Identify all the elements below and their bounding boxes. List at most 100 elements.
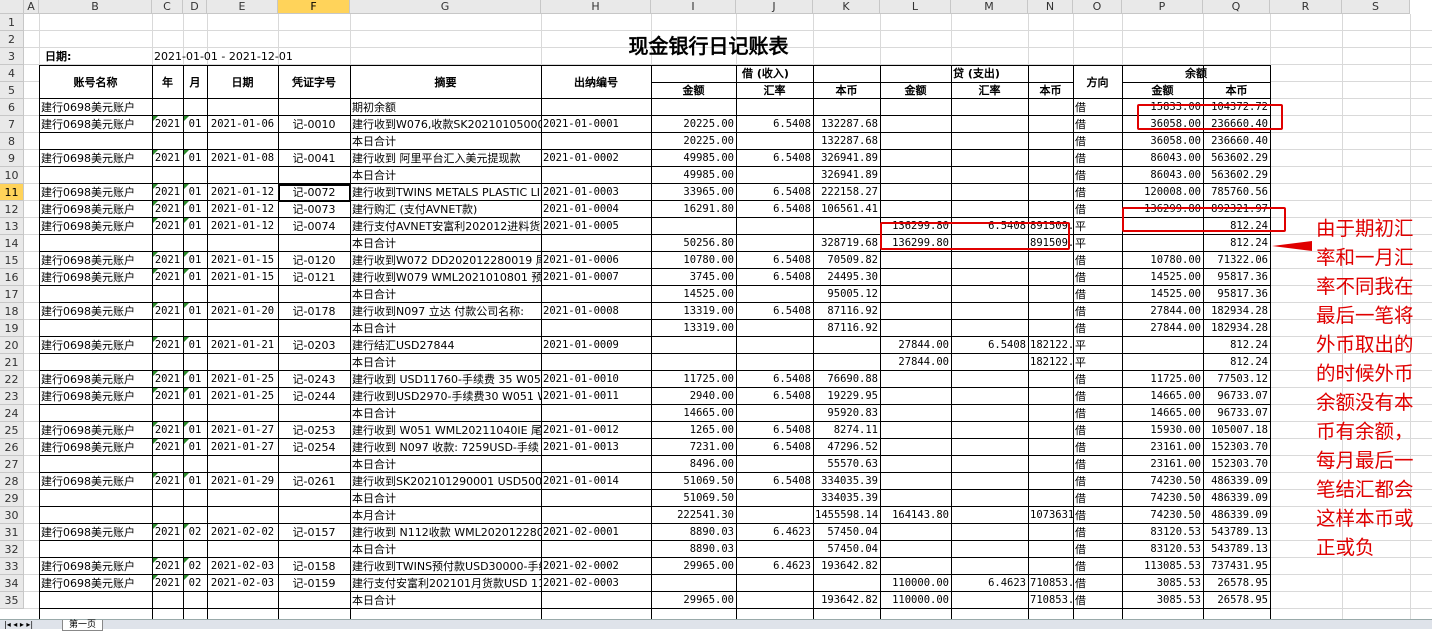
row-header-2[interactable]: 2 [0, 31, 24, 48]
cell-account[interactable]: 建行0698美元账户 [39, 422, 152, 439]
row-header-14[interactable]: 14 [0, 235, 24, 252]
row-header-21[interactable]: 21 [0, 354, 24, 371]
cell-cashier: 2021-01-0003 [543, 186, 619, 198]
cell-direction: 借 [1075, 288, 1086, 301]
row-header-10[interactable]: 10 [0, 167, 24, 184]
row-header-34[interactable]: 34 [0, 575, 24, 592]
row-header-1[interactable]: 1 [0, 14, 24, 31]
cell-date: 2021-01-25 [210, 373, 275, 385]
cell-debit-amount: 8890.03 [689, 543, 734, 555]
highlight-box-row12-balance [1122, 207, 1286, 232]
row-header-5[interactable]: 5 [0, 82, 24, 99]
column-header-J[interactable]: J [736, 0, 813, 14]
cell-summary: 建行收到 USD11760-手续费 35 W05 [352, 373, 541, 386]
row-header-8[interactable]: 8 [0, 133, 24, 150]
row-header-3[interactable]: 3 [0, 48, 24, 65]
column-header-H[interactable]: H [541, 0, 651, 14]
sheet-tab-bar[interactable]: |◂ ◂ ▸ ▸| 第一页 [0, 619, 1432, 631]
row-header-6[interactable]: 6 [0, 99, 24, 116]
row-header-18[interactable]: 18 [0, 303, 24, 320]
cell-account[interactable]: 建行0698美元账户 [39, 439, 152, 456]
comment-indicator [153, 303, 158, 308]
column-header-I[interactable]: I [651, 0, 736, 14]
cell-bal-amount: 27844.00 [1150, 322, 1201, 334]
cell-debit-amount: 29965.00 [683, 594, 734, 606]
cell-debit-amount: 49985.00 [683, 152, 734, 164]
column-header-S[interactable]: S [1342, 0, 1410, 14]
column-header-A[interactable]: A [24, 0, 39, 14]
column-header-C[interactable]: C [152, 0, 183, 14]
row-header-29[interactable]: 29 [0, 490, 24, 507]
row-header-9[interactable]: 9 [0, 150, 24, 167]
cell-voucher: 记-0254 [292, 441, 336, 454]
cell-direction: 借 [1075, 560, 1086, 573]
cell-cashier: 2021-01-0006 [543, 254, 619, 266]
cell-credit-rate: 6.4623 [988, 577, 1026, 589]
cell-account[interactable]: 建行0698美元账户 [39, 184, 152, 201]
cell-account[interactable]: 建行0698美元账户 [39, 218, 152, 235]
row-header-20[interactable]: 20 [0, 337, 24, 354]
cell-account[interactable]: 建行0698美元账户 [39, 303, 152, 320]
row-header-31[interactable]: 31 [0, 524, 24, 541]
cell-debit-local: 57450.04 [827, 526, 878, 538]
row-header-24[interactable]: 24 [0, 405, 24, 422]
row-header-23[interactable]: 23 [0, 388, 24, 405]
cell-account[interactable]: 建行0698美元账户 [39, 371, 152, 388]
cell-account[interactable]: 建行0698美元账户 [39, 269, 152, 286]
cell-account[interactable]: 建行0698美元账户 [39, 99, 152, 116]
cell-cashier: 2021-02-0002 [543, 560, 619, 572]
column-header-P[interactable]: P [1122, 0, 1203, 14]
row-header-15[interactable]: 15 [0, 252, 24, 269]
column-header-Q[interactable]: Q [1203, 0, 1270, 14]
row-header-19[interactable]: 19 [0, 320, 24, 337]
column-header-B[interactable]: B [39, 0, 152, 14]
row-header-17[interactable]: 17 [0, 286, 24, 303]
row-header-13[interactable]: 13 [0, 218, 24, 235]
column-header-N[interactable]: N [1028, 0, 1073, 14]
selected-cell-F11[interactable] [278, 184, 351, 202]
cell-direction: 借 [1075, 594, 1086, 607]
cell-credit-amount: 110000.00 [892, 594, 949, 606]
cell-account[interactable]: 建行0698美元账户 [39, 337, 152, 354]
sheet-tab-page1[interactable]: 第一页 [62, 620, 104, 631]
cell-account[interactable]: 建行0698美元账户 [39, 150, 152, 167]
row-header-28[interactable]: 28 [0, 473, 24, 490]
cell-account[interactable]: 建行0698美元账户 [39, 575, 152, 592]
highlight-box-row13-credit [880, 222, 1070, 250]
column-header-R[interactable]: R [1270, 0, 1342, 14]
comment-indicator [184, 524, 189, 529]
cell-account[interactable]: 建行0698美元账户 [39, 558, 152, 575]
row-header-32[interactable]: 32 [0, 541, 24, 558]
row-header-25[interactable]: 25 [0, 422, 24, 439]
select-all-corner[interactable] [0, 0, 24, 14]
cell-account[interactable]: 建行0698美元账户 [39, 473, 152, 490]
row-header-26[interactable]: 26 [0, 439, 24, 456]
row-header-33[interactable]: 33 [0, 558, 24, 575]
column-header-O[interactable]: O [1073, 0, 1122, 14]
row-header-16[interactable]: 16 [0, 269, 24, 286]
cell-debit-local: 193642.82 [821, 594, 878, 606]
row-header-7[interactable]: 7 [0, 116, 24, 133]
row-header-11[interactable]: 11 [0, 184, 24, 201]
cell-account[interactable]: 建行0698美元账户 [39, 524, 152, 541]
cell-account[interactable]: 建行0698美元账户 [39, 388, 152, 405]
column-header-L[interactable]: L [880, 0, 951, 14]
row-header-27[interactable]: 27 [0, 456, 24, 473]
column-header-G[interactable]: G [350, 0, 541, 14]
cell-account[interactable]: 建行0698美元账户 [39, 116, 152, 133]
row-header-30[interactable]: 30 [0, 507, 24, 524]
row-header-12[interactable]: 12 [0, 201, 24, 218]
cell-account[interactable]: 建行0698美元账户 [39, 201, 152, 218]
column-header-K[interactable]: K [813, 0, 880, 14]
comment-indicator [184, 218, 189, 223]
column-header-M[interactable]: M [951, 0, 1028, 14]
cell-debit-local: 334035.39 [821, 475, 878, 487]
row-header-22[interactable]: 22 [0, 371, 24, 388]
row-header-35[interactable]: 35 [0, 592, 24, 609]
comment-indicator [153, 116, 158, 121]
column-header-E[interactable]: E [207, 0, 278, 14]
column-header-D[interactable]: D [183, 0, 207, 14]
column-header-F[interactable]: F [278, 0, 350, 14]
row-header-4[interactable]: 4 [0, 65, 24, 82]
cell-account[interactable]: 建行0698美元账户 [39, 252, 152, 269]
